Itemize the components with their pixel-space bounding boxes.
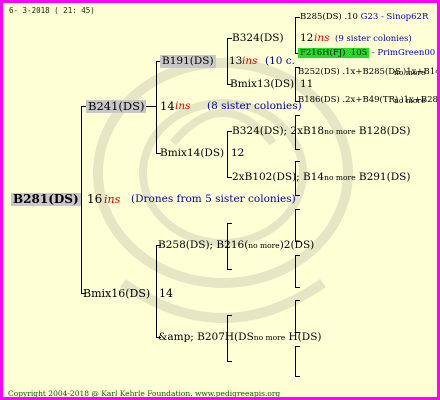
- dam-ins: ins: [175, 100, 191, 112]
- ds-num: 12: [231, 147, 245, 159]
- copyright-footer: Copyright 2004-2018 @ Karl Kehrle Founda…: [8, 389, 281, 397]
- dss-nomore: no more: [324, 173, 356, 182]
- dddd-queen[interactable]: B285(DS) .10 G23 - Sinop62R: [300, 11, 428, 24]
- root-branch-line: [81, 106, 82, 294]
- ddss-text: B186(DS) .2x+B49(TR): [298, 95, 399, 105]
- sds-stub-line: [227, 269, 232, 270]
- ddsd-text: B252(DS) .1x+B285(DS: [298, 67, 401, 77]
- ddds-text: F216H(FJ) .105: [298, 48, 370, 58]
- sdsd-stub-line: [295, 255, 300, 256]
- ddd-num: 12: [300, 32, 314, 44]
- sire-branch-line: [156, 245, 157, 338]
- dds-queen[interactable]: Bmix13(DS): [230, 78, 294, 91]
- sd-tail: )2(DS): [279, 239, 315, 251]
- pedigree-frame: 6- 3-2018 ( 21: 45) B281(DS) 16 ins (Dro…: [3, 3, 437, 397]
- sire-queen[interactable]: Bmix16(DS): [83, 287, 150, 300]
- sssd-stub-line: [295, 346, 300, 347]
- root-queen[interactable]: B281(DS): [11, 193, 81, 206]
- ddsd-nomore: no more: [394, 68, 426, 77]
- sd-nomore: no more: [248, 241, 280, 250]
- ddd-note: (9 sister colonies): [335, 34, 412, 44]
- dam-out-line: [146, 106, 156, 107]
- ss-tail: H(DS): [285, 331, 322, 343]
- sdd-branch-line: [295, 209, 296, 241]
- ddd-queen[interactable]: B324(DS): [232, 32, 284, 45]
- dd-ins: ins: [242, 55, 258, 67]
- ds-queen[interactable]: Bmix14(DS): [160, 147, 224, 160]
- dd-branch-line: [227, 38, 228, 84]
- sdss-stub-line: [295, 287, 300, 288]
- ddds-queen[interactable]: F216H(FJ) .105 - PrimGreen00: [298, 47, 435, 60]
- ssd-stub-line: [227, 315, 232, 316]
- dds-branch-line: [295, 67, 296, 101]
- dd-queen[interactable]: B191(DS): [160, 55, 216, 68]
- dsdd-stub-line: [295, 115, 300, 116]
- sss-stub-line: [227, 361, 232, 362]
- dssd-stub-line: [295, 161, 300, 162]
- dsd-text: B324(DS); 2xB18: [232, 125, 325, 137]
- dam-branch-line: [156, 61, 157, 153]
- ss-nomore: no more: [253, 333, 286, 342]
- dddd-link[interactable]: G23 - Sinop62R: [361, 12, 429, 22]
- date-line: 6- 3-2018 ( 21: 45): [9, 6, 95, 15]
- root-num: 16: [87, 192, 103, 206]
- dss-tail: B291(DS): [355, 171, 411, 183]
- dss-queen[interactable]: 2xB102(DS); B14no more B291(DS): [232, 171, 410, 184]
- sdd-stub-line: [227, 223, 232, 224]
- ddss-queen[interactable]: B186(DS) .2x+B49(TR)no more)1x+B287: [298, 94, 437, 107]
- dam-note: (8 sister colonies): [207, 100, 302, 112]
- root-ins: ins: [104, 193, 121, 206]
- ss-queen[interactable]: &amp; B207H(DSno more H(DS): [158, 331, 322, 344]
- dds-num: 11: [300, 78, 314, 90]
- dsds-stub-line: [295, 149, 300, 150]
- ddd-ins: ins: [314, 32, 330, 44]
- ssdd-stub-line: [295, 300, 300, 301]
- dam-queen[interactable]: B241(DS): [86, 100, 147, 113]
- dss-text: 2xB102(DS); B14: [232, 171, 325, 183]
- ss-text: &amp; B207H(DS: [158, 331, 254, 343]
- dsd-queen[interactable]: B324(DS); 2xB18no more B128(DS): [232, 125, 410, 138]
- dddd-text: B285(DS) .10: [300, 12, 358, 22]
- dsd-tail: B128(DS): [355, 125, 411, 137]
- dsd-nomore: no more: [324, 127, 356, 136]
- sire-num: 14: [159, 287, 173, 300]
- sds-branch-line: [295, 255, 296, 287]
- ddsd-queen[interactable]: B252(DS) .1x+B285(DSno more)1x+B142: [298, 66, 437, 79]
- ddd-branch-line: [295, 17, 296, 53]
- ds-branch-line: [227, 131, 228, 177]
- ssss-stub-line: [295, 376, 300, 377]
- ssd-branch-line: [295, 300, 296, 332]
- sddd-stub-line: [295, 209, 300, 210]
- root-note: (Drones from 5 sister colonies): [131, 193, 296, 205]
- sd-queen[interactable]: B258(DS); B216(no more)2(DS): [158, 239, 314, 252]
- dsss-stub-line: [295, 195, 300, 196]
- dam-num: 14: [160, 99, 175, 113]
- dd-num: 13: [229, 55, 243, 67]
- sss-branch-line: [295, 346, 296, 376]
- ddds-link[interactable]: - PrimGreen00: [372, 48, 435, 58]
- sd-text: B258(DS); B216(: [158, 239, 249, 251]
- ddss-nomore: no more: [394, 96, 426, 105]
- dd-note: (10 c.: [265, 55, 296, 67]
